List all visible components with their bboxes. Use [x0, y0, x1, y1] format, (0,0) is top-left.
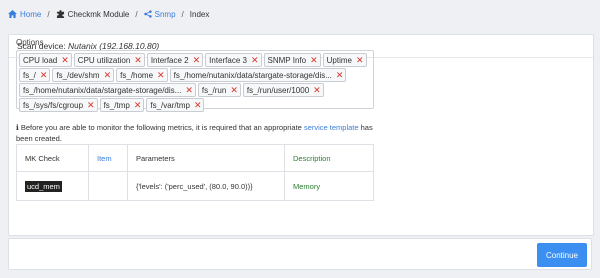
breadcrumb-module-label: Checkmk Module	[67, 9, 130, 19]
remove-tag-icon[interactable]: ✕	[104, 70, 112, 80]
remove-tag-icon[interactable]: ✕	[193, 55, 201, 65]
notice-text: Before you are able to monitor the follo…	[20, 123, 302, 132]
home-icon	[8, 10, 17, 18]
breadcrumb-snmp[interactable]: Snmp	[143, 10, 176, 19]
service-template-notice: ℹ Before you are able to monitor the foll…	[16, 122, 376, 144]
remove-tag-icon[interactable]: ✕	[194, 100, 202, 110]
breadcrumb-index: Index	[189, 9, 210, 19]
option-tag: fs_/var/tmp ✕	[146, 98, 205, 112]
remove-tag-icon[interactable]: ✕	[134, 55, 142, 65]
footer-bar: Continue	[8, 238, 592, 270]
remove-tag-icon[interactable]: ✕	[336, 70, 344, 80]
option-tag: Uptime ✕	[322, 53, 367, 67]
option-tag: CPU utilization ✕	[73, 53, 145, 67]
breadcrumb-separator: /	[181, 9, 184, 19]
breadcrumb-home[interactable]: Home	[8, 10, 41, 19]
option-tag-label: fs_/run/user/1000	[246, 85, 310, 95]
option-tag-label: CPU utilization	[77, 55, 131, 65]
option-tag-label: fs_/home/nutanix/data/stargate-storage/d…	[173, 70, 332, 80]
option-tag-label: fs_/dev/shm	[56, 70, 100, 80]
breadcrumb-separator: /	[135, 9, 138, 19]
option-tag-label: CPU load	[23, 55, 58, 65]
remove-tag-icon[interactable]: ✕	[310, 55, 318, 65]
option-tag: fs_/tmp ✕	[99, 98, 145, 112]
option-tag: fs_/ ✕	[19, 68, 51, 82]
check-name-badge: ucd_mem	[25, 180, 62, 192]
column-header-mk-check: MK Check	[16, 144, 89, 172]
option-tag: fs_/home ✕	[116, 68, 168, 82]
remove-tag-icon[interactable]: ✕	[313, 85, 321, 95]
options-multiselect[interactable]: CPU load ✕ CPU utilization ✕ Interface 2 ✕ Int…	[16, 50, 374, 112]
option-tag-label: Interface 3	[209, 55, 247, 65]
option-tag: CPU load ✕	[19, 53, 72, 67]
option-tag-label: fs_/tmp	[103, 100, 130, 110]
option-tag: fs_/run ✕	[197, 83, 241, 97]
option-tag-label: fs_/home	[120, 70, 154, 80]
remove-tag-icon[interactable]: ✕	[40, 70, 48, 80]
option-tag-label: fs_/home/nutanix/data/stargate-storage/d…	[23, 85, 182, 95]
remove-tag-icon[interactable]: ✕	[157, 70, 165, 80]
option-tag: fs_/sys/fs/cgroup ✕	[19, 98, 98, 112]
breadcrumb-home-link[interactable]: Home	[20, 10, 41, 19]
option-tag-label: Interface 2	[150, 55, 189, 65]
puzzle-icon	[56, 10, 65, 18]
option-tag-label: Uptime	[326, 55, 352, 65]
option-tag-label: fs_/sys/fs/cgroup	[23, 100, 84, 110]
column-header-item[interactable]: Item	[88, 144, 128, 172]
table-row: ucd_mem {'levels': ('perc_used', (80.0, …	[16, 171, 374, 201]
cell-description: Memory	[284, 171, 374, 201]
remove-tag-icon[interactable]: ✕	[87, 100, 95, 110]
remove-tag-icon[interactable]: ✕	[61, 55, 69, 65]
breadcrumb-module: Checkmk Module	[56, 9, 130, 19]
option-tag-label: fs_/var/tmp	[150, 100, 190, 110]
breadcrumb-separator: /	[47, 9, 50, 19]
breadcrumb: Home / Checkmk Module / Snmp / Index	[0, 0, 600, 28]
breadcrumb-snmp-link[interactable]: Snmp	[155, 10, 176, 19]
column-header-description: Description	[284, 144, 374, 172]
remove-tag-icon[interactable]: ✕	[251, 55, 259, 65]
option-tag: fs_/home/nutanix/data/stargate-storage/d…	[169, 68, 347, 82]
metrics-table: MK Check Item Parameters Description ucd…	[16, 144, 374, 201]
option-tag-label: fs_/	[23, 70, 36, 80]
option-tag: SNMP Info ✕	[263, 53, 321, 67]
cell-mk-check: ucd_mem	[16, 171, 89, 201]
option-tag: fs_/home/nutanix/data/stargate-storage/d…	[19, 83, 196, 97]
remove-tag-icon[interactable]: ✕	[185, 85, 193, 95]
option-tag: Interface 3 ✕	[205, 53, 262, 67]
share-icon	[143, 10, 152, 18]
service-template-link[interactable]: service template	[304, 123, 359, 132]
option-tag: fs_/run/user/1000 ✕	[242, 83, 324, 97]
option-tag: fs_/dev/shm ✕	[52, 68, 115, 82]
cell-parameters: {'levels': ('perc_used', (80.0, 90.0))}	[127, 171, 285, 201]
table-header-row: MK Check Item Parameters Description	[16, 144, 374, 172]
remove-tag-icon[interactable]: ✕	[134, 100, 142, 110]
remove-tag-icon[interactable]: ✕	[230, 85, 238, 95]
option-tag: Interface 2 ✕	[146, 53, 204, 67]
option-tag-label: fs_/run	[201, 85, 227, 95]
remove-tag-icon[interactable]: ✕	[356, 55, 364, 65]
info-icon: ℹ	[16, 123, 19, 132]
cell-item	[88, 171, 128, 201]
continue-button[interactable]: Continue	[537, 243, 587, 267]
option-tag-label: SNMP Info	[267, 55, 307, 65]
options-label: Options	[16, 38, 44, 47]
column-header-parameters: Parameters	[127, 144, 285, 172]
